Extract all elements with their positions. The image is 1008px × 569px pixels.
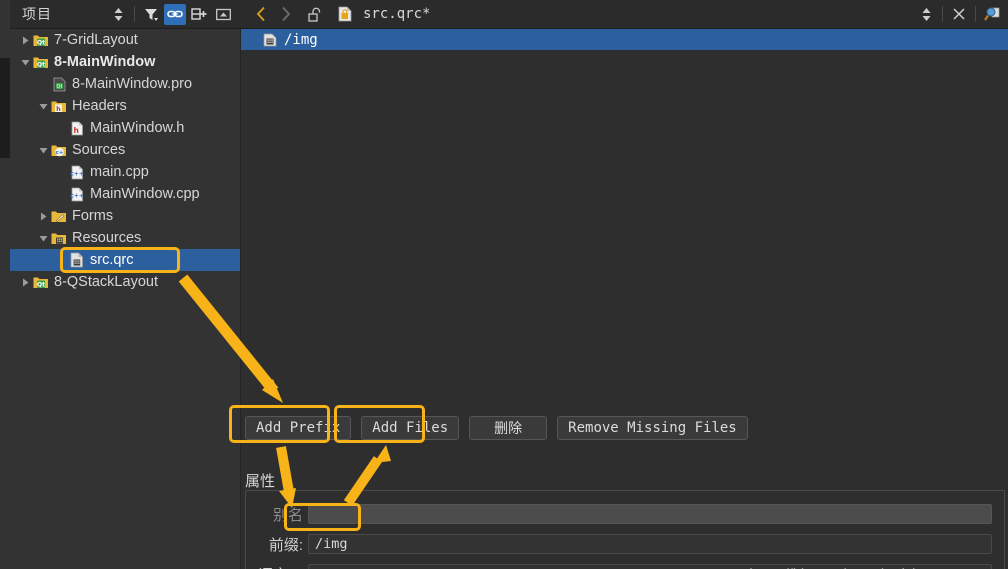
toolbar-divider-1 (134, 6, 135, 22)
tree-item-8-qstacklayout[interactable]: Qt 8-QStackLayout (10, 271, 240, 293)
add-split-icon[interactable] (188, 4, 210, 25)
pro-file-icon: Qt (53, 77, 66, 92)
project-pane-title: 项目 (22, 6, 52, 22)
qt-project-icon: Qt (33, 275, 49, 289)
svg-text:c++: c++ (70, 170, 84, 177)
qt-project-icon: Qt (33, 55, 49, 69)
add-prefix-button[interactable]: Add Prefix (245, 416, 352, 440)
tree-item-label: Sources (72, 142, 126, 158)
svg-text:h: h (73, 126, 78, 135)
cpp-file-icon: c++ (70, 165, 85, 180)
qt-project-icon: Qt (33, 33, 49, 47)
navigate-forward-button[interactable] (274, 4, 296, 25)
resource-prefix-item[interactable]: /img (241, 29, 1008, 50)
tree-item-label: Forms (72, 208, 114, 224)
filter-icon[interactable] (140, 4, 162, 25)
alias-field-label: 别名 (272, 506, 303, 524)
tree-item-mainwindow-h[interactable]: h MainWindow.h (10, 117, 240, 139)
tree-item-8-mainwindow-pro[interactable]: Qt 8-MainWindow.pro (10, 73, 240, 95)
headers-folder-icon: h (51, 99, 67, 113)
qt-creator-window: 项目 src.qrc* Qt 7-GridLayout Qt 8-MainWin… (0, 0, 1008, 569)
remove-button[interactable]: 删除 (469, 416, 548, 440)
resource-tree[interactable]: /img (241, 29, 1008, 50)
tree-item-label: src.qrc (90, 252, 134, 268)
prefix-folder-icon (263, 32, 278, 47)
qrc-file-icon (334, 4, 356, 25)
prefix-field[interactable]: /img (308, 534, 992, 554)
tree-item-label: 7-GridLayout (54, 32, 138, 48)
prefix-field-row: 前缀: /img (246, 531, 1004, 557)
twisty-empty (54, 183, 68, 205)
editor-toolbar: src.qrc* (241, 0, 1008, 29)
twisty-empty (54, 117, 68, 139)
left-gutter-highlight (0, 58, 10, 158)
collapse-pane-icon[interactable] (212, 4, 234, 25)
tree-item-headers[interactable]: h Headers (10, 95, 240, 117)
project-tree-list: Qt 7-GridLayout Qt 8-MainWindow Qt 8-MainWind… (10, 29, 240, 293)
resource-editor-panel: /img Add Prefix Add Files 删除 Remove Missing… (241, 29, 1008, 569)
twisty-collapsed-icon[interactable] (18, 29, 32, 51)
cpp-file-icon: c++ (70, 187, 85, 202)
tree-item-label: 8-MainWindow.pro (72, 76, 193, 92)
twisty-expanded-icon[interactable] (36, 227, 50, 249)
tree-item-resources[interactable]: Resources (10, 227, 240, 249)
svg-text:Qt: Qt (37, 62, 45, 69)
remove-missing-files-button[interactable]: Remove Missing Files (557, 416, 748, 440)
tree-item-label: 8-QStackLayout (54, 274, 158, 290)
alias-field-row: 别名 (246, 501, 1004, 527)
tree-item-label: Resources (72, 230, 142, 246)
svg-text:c++: c++ (70, 192, 84, 199)
tree-item-label: Headers (72, 98, 127, 114)
editor-toolbar-divider-2 (975, 6, 976, 22)
tree-item-label: MainWindow.cpp (90, 186, 200, 202)
properties-group-box: 别名前缀: /img 语言： (245, 490, 1005, 569)
project-pane-toolbar: 项目 (10, 0, 241, 29)
svg-text:h: h (56, 105, 61, 113)
tree-item-main-cpp[interactable]: c++ main.cpp (10, 161, 240, 183)
project-tree-panel[interactable]: Qt 7-GridLayout Qt 8-MainWindow Qt 8-MainWind… (10, 29, 241, 569)
prefix-field-label: 前缀: (268, 536, 303, 554)
sync-selection-icon[interactable] (107, 4, 129, 25)
tree-item-sources[interactable]: c+ Sources (10, 139, 240, 161)
split-editor-icon[interactable] (915, 4, 937, 25)
svg-text:c+: c+ (55, 150, 63, 156)
twisty-empty (54, 161, 68, 183)
tree-item-7-gridlayout[interactable]: Qt 7-GridLayout (10, 29, 240, 51)
tree-item-label: 8-MainWindow (54, 54, 156, 70)
twisty-empty (54, 249, 68, 271)
resource-prefix-label: /img (284, 31, 318, 48)
navigate-back-button[interactable] (250, 4, 272, 25)
tree-item-src-qrc[interactable]: src.qrc (10, 249, 240, 271)
close-icon[interactable] (948, 4, 970, 25)
svg-text:Qt: Qt (37, 282, 45, 289)
editor-toolbar-divider (942, 6, 943, 22)
resources-folder-icon (51, 231, 67, 245)
resource-button-row: Add Prefix Add Files 删除 Remove Missing File… (241, 414, 1008, 442)
twisty-expanded-icon[interactable] (36, 95, 50, 117)
alias-field (308, 504, 992, 524)
twisty-expanded-icon[interactable] (36, 139, 50, 161)
svg-text:Qt: Qt (37, 40, 45, 47)
tree-item-forms[interactable]: Forms (10, 205, 240, 227)
twisty-collapsed-icon[interactable] (36, 205, 50, 227)
sources-folder-icon: c+ (51, 143, 67, 157)
twisty-expanded-icon[interactable] (18, 51, 32, 73)
tree-item-label: MainWindow.h (90, 120, 185, 136)
tree-item-8-mainwindow[interactable]: Qt 8-MainWindow (10, 51, 240, 73)
forms-folder-icon (51, 209, 67, 223)
svg-text:Qt: Qt (56, 84, 62, 90)
add-files-button[interactable]: Add Files (361, 416, 460, 440)
h-file-icon: h (71, 121, 84, 136)
magnifier-document-icon[interactable] (981, 4, 1003, 25)
language-field-label: 语言： (246, 564, 308, 569)
twisty-empty (36, 73, 50, 95)
properties-group-title: 属性 (245, 473, 276, 490)
tree-item-label: main.cpp (90, 164, 149, 180)
twisty-collapsed-icon[interactable] (18, 271, 32, 293)
current-file-name: src.qrc* (363, 6, 431, 22)
link-with-editor-icon[interactable] (164, 3, 186, 25)
tree-item-mainwindow-cpp[interactable]: c++ MainWindow.cpp (10, 183, 240, 205)
unlock-icon[interactable] (304, 4, 326, 25)
qrc-file-icon (70, 252, 84, 268)
